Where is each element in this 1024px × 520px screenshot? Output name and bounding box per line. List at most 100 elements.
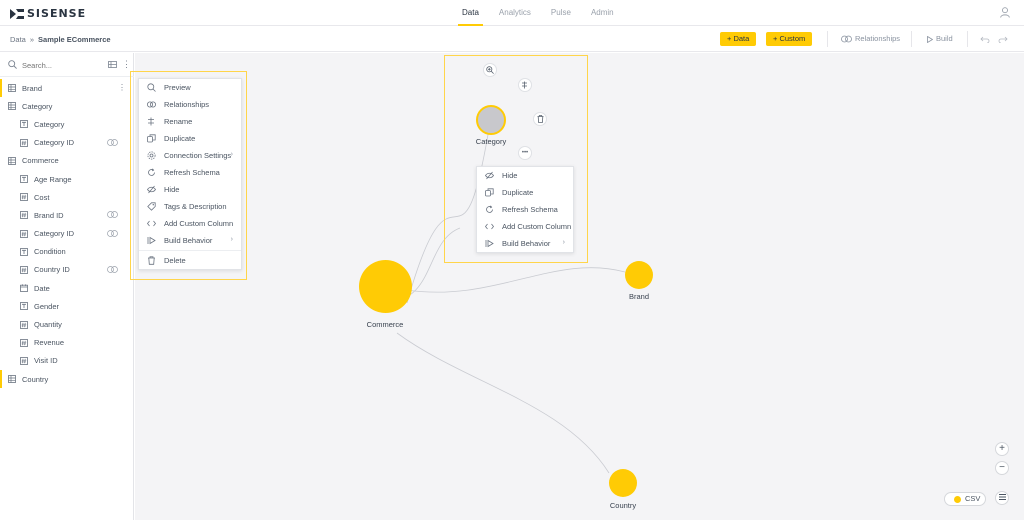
add-data-button[interactable]: + Data <box>720 32 757 46</box>
menu-item-hide[interactable]: Hide <box>477 167 573 184</box>
menu-item-connection-settings[interactable]: Connection Settings › <box>139 147 241 164</box>
rename-node-button[interactable] <box>518 78 532 92</box>
table-icon <box>8 375 16 383</box>
refresh-icon <box>147 168 156 177</box>
tree-column-item[interactable]: Date <box>0 279 134 297</box>
tab-pulse[interactable]: Pulse <box>541 0 581 26</box>
row-more-icon[interactable]: ⋮ <box>118 83 126 92</box>
tree-column-item[interactable]: Country ID <box>0 261 134 279</box>
schema-sidebar: ⋮ Brand ⋮ Category Category Category ID Comme… <box>0 53 134 520</box>
tab-analytics[interactable]: Analytics <box>489 0 541 26</box>
menu-item-add-custom-column[interactable]: Add Custom Column <box>139 215 241 232</box>
tree-item-label: Brand <box>22 83 43 93</box>
preview-node-button[interactable] <box>483 63 497 77</box>
sidebar-more-icon[interactable]: ⋮ <box>122 60 131 69</box>
zoom-out-button[interactable]: − <box>995 461 1009 475</box>
tree-item-label: Category <box>22 101 53 111</box>
tree-column-item[interactable]: Category ID <box>0 225 134 243</box>
hash-icon <box>20 138 28 147</box>
menu-item-build-behavior[interactable]: Build Behavior › <box>139 232 241 249</box>
menu-item-label: Build Behavior <box>502 239 551 248</box>
toolbar-divider <box>827 31 828 47</box>
menu-item-label: Connection Settings <box>164 151 232 160</box>
relationship-icon <box>107 229 118 239</box>
table-icon <box>8 84 16 92</box>
schema-canvas[interactable]: Commerce Brand Country Category ••• Hide… <box>135 53 1024 520</box>
redo-icon[interactable] <box>998 36 1008 45</box>
legend-toggle-button[interactable] <box>995 491 1009 505</box>
menu-item-delete[interactable]: Delete <box>139 252 241 269</box>
tree-item-label: Category ID <box>34 229 75 239</box>
tree-column-item[interactable]: Brand ID <box>0 206 134 224</box>
tree-item-label: Age Range <box>34 174 72 184</box>
menu-item-tags-description[interactable]: Tags & Description <box>139 198 241 215</box>
menu-item-duplicate[interactable]: Duplicate <box>139 130 241 147</box>
menu-item-preview[interactable]: Preview <box>139 79 241 96</box>
menu-item-duplicate[interactable]: Duplicate <box>477 184 573 201</box>
tree-column-item[interactable]: Category ID <box>0 134 134 152</box>
tree-column-item[interactable]: Condition <box>0 243 134 261</box>
menu-item-relationships[interactable]: Relationships <box>139 96 241 113</box>
menu-item-add-custom-column[interactable]: Add Custom Column <box>477 218 573 235</box>
build-label: Build <box>936 34 953 43</box>
tree-table-item[interactable]: Brand ⋮ <box>0 79 134 98</box>
build-button[interactable]: Build <box>927 32 953 46</box>
rename-icon <box>522 81 527 89</box>
tree-column-item[interactable]: Visit ID <box>0 352 134 370</box>
tab-admin[interactable]: Admin <box>581 0 624 26</box>
tree-column-item[interactable]: Age Range <box>0 170 134 188</box>
connection-legend[interactable]: CSV <box>944 492 986 506</box>
tree-column-item[interactable]: Revenue <box>0 334 134 352</box>
menu-item-label: Duplicate <box>164 134 196 143</box>
zoom-in-button[interactable]: + <box>995 442 1009 456</box>
search-input[interactable] <box>22 59 102 71</box>
country-node[interactable] <box>609 469 637 497</box>
tree-column-item[interactable]: Gender <box>0 297 134 315</box>
sisense-logo[interactable]: SISENSE <box>10 7 86 20</box>
tree-item-label: Condition <box>34 247 66 257</box>
tree-table-item[interactable]: Commerce <box>0 152 134 170</box>
hash-icon <box>20 338 28 347</box>
category-node[interactable] <box>476 105 506 135</box>
user-avatar-icon[interactable] <box>1000 7 1010 20</box>
logo-text: SISENSE <box>27 7 87 20</box>
menu-item-refresh-schema[interactable]: Refresh Schema <box>139 164 241 181</box>
search-icon <box>8 60 17 69</box>
tag-icon <box>147 202 156 211</box>
code-icon <box>485 222 494 231</box>
list-view-icon[interactable] <box>108 61 117 68</box>
menu-item-hide[interactable]: Hide <box>139 181 241 198</box>
duplicate-icon <box>147 134 156 143</box>
menu-item-build-behavior[interactable]: Build Behavior › <box>477 235 573 252</box>
tree-column-item[interactable]: Quantity <box>0 315 134 333</box>
add-custom-button[interactable]: + Custom <box>766 32 813 46</box>
model-toolbar: Data » Sample ECommerce + Data + Custom … <box>0 26 1024 52</box>
build-icon <box>147 236 156 245</box>
commerce-node[interactable] <box>359 260 412 313</box>
tree-column-item[interactable]: Category <box>0 115 134 133</box>
csv-color-dot <box>954 495 961 503</box>
text-icon <box>20 247 28 256</box>
menu-item-label: Hide <box>502 171 518 180</box>
menu-item-label: Refresh Schema <box>164 168 220 177</box>
tree-item-label: Brand ID <box>34 210 64 220</box>
tree-table-item[interactable]: Category <box>0 97 134 115</box>
tree-item-label: Category ID <box>34 138 75 148</box>
text-icon <box>20 175 28 183</box>
csv-label: CSV <box>965 494 981 503</box>
menu-item-rename[interactable]: Rename <box>139 113 241 130</box>
country-node-label: Country <box>609 501 637 510</box>
tree-column-item[interactable]: Cost <box>0 188 134 206</box>
node-more-button[interactable]: ••• <box>518 146 532 160</box>
breadcrumb-root[interactable]: Data <box>10 35 26 44</box>
relationships-button[interactable]: Relationships <box>841 32 900 46</box>
tree-item-label: Gender <box>34 301 60 311</box>
delete-node-button[interactable] <box>533 112 547 126</box>
tree-table-item[interactable]: Country <box>0 370 134 389</box>
tab-data[interactable]: Data <box>452 0 489 26</box>
brand-node[interactable] <box>625 261 653 289</box>
tree-item-label: Visit ID <box>34 356 58 366</box>
main-nav-tabs: Data Analytics Pulse Admin <box>452 0 624 26</box>
menu-item-refresh-schema[interactable]: Refresh Schema <box>477 201 573 218</box>
undo-icon[interactable] <box>980 36 990 45</box>
